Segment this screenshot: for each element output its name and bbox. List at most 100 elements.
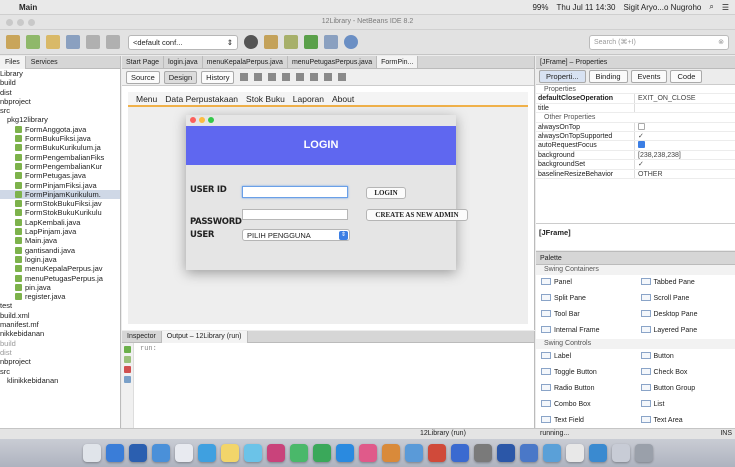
checkbox[interactable] [638, 122, 645, 130]
palette-item[interactable]: Tabbed Pane [636, 275, 735, 291]
tree-item[interactable]: src [0, 367, 120, 376]
swing-controls-category[interactable]: Swing Controls [536, 339, 735, 349]
menu-about[interactable]: About [332, 94, 354, 104]
tree-item[interactable]: FormBukuFiksi.java [0, 134, 120, 143]
downloads-icon[interactable] [611, 444, 630, 462]
menu-data-perpustakaan[interactable]: Data Perpustakaan [165, 94, 238, 104]
notes-icon[interactable] [220, 444, 239, 462]
mail-icon[interactable] [151, 444, 170, 462]
align-right-icon[interactable] [296, 73, 305, 81]
trash-icon[interactable] [634, 444, 653, 462]
property-value[interactable]: ✓ [634, 160, 735, 169]
open-project-icon[interactable] [46, 35, 60, 49]
tree-item[interactable]: FormPengembalianFiks [0, 153, 120, 162]
tree-item[interactable]: dist [0, 88, 120, 97]
dialog-minimize-button[interactable] [199, 117, 205, 123]
tree-item[interactable]: register.java [0, 292, 120, 301]
finder-folder-icon[interactable] [542, 444, 561, 462]
tree-item[interactable]: Main.java [0, 236, 120, 245]
profile-icon[interactable] [344, 35, 358, 49]
tree-item[interactable]: build [0, 339, 120, 348]
menu-stok-buku[interactable]: Stok Buku [246, 94, 285, 104]
login-button[interactable]: LOGIN [366, 187, 406, 199]
hammer-icon[interactable] [284, 35, 298, 49]
tab-start-page[interactable]: Start Page [122, 56, 165, 68]
property-value[interactable]: OTHER [634, 169, 735, 178]
tree-item[interactable]: FormPengembalianKur [0, 162, 120, 171]
property-value[interactable] [634, 103, 735, 113]
app-store-icon[interactable] [128, 444, 147, 462]
palette-item[interactable]: Text Field [536, 413, 636, 429]
search-input[interactable]: Search (⌘+I) ⊗ [589, 35, 729, 50]
tree-item[interactable]: FormPetugas.java [0, 171, 120, 180]
palette-item[interactable]: Split Pane [536, 291, 636, 307]
tree-item[interactable]: dist [0, 348, 120, 357]
tree-item[interactable]: manifest.mf [0, 320, 120, 329]
tree-item[interactable]: LapKembali.java [0, 218, 120, 227]
tree-item[interactable]: login.java [0, 255, 120, 264]
clean-build-icon[interactable] [264, 35, 278, 49]
safari-icon[interactable] [105, 444, 124, 462]
palette-item[interactable]: Radio Button [536, 381, 636, 397]
calendar-icon[interactable] [197, 444, 216, 462]
binding-button[interactable]: Binding [588, 70, 628, 83]
menu-menu[interactable]: Menu [136, 94, 157, 104]
tree-item[interactable]: klinikkebidanan [0, 376, 120, 385]
tree-item[interactable]: gantisandi.java [0, 246, 120, 255]
tree-item[interactable]: nbproject [0, 357, 120, 366]
align-left-icon[interactable] [282, 73, 291, 81]
property-row[interactable]: alwaysOnTopSupported ✓ [536, 131, 735, 142]
source-button[interactable]: Source [126, 70, 160, 84]
property-value[interactable] [634, 122, 735, 131]
palette-item[interactable]: Combo Box [536, 397, 636, 413]
palette-item[interactable]: Desktop Pane [636, 307, 735, 323]
word-icon[interactable] [496, 444, 515, 462]
align-bottom-icon[interactable] [338, 73, 347, 81]
tab-services[interactable]: Services [26, 59, 63, 66]
clear-search-icon[interactable]: ⊗ [718, 38, 724, 47]
rerun-different-icon[interactable] [124, 356, 131, 363]
palette-item[interactable]: List [636, 397, 735, 413]
dialog-close-button[interactable] [190, 117, 196, 123]
user-name[interactable]: Sigit Aryo...o Nugroho [624, 3, 702, 12]
tree-item[interactable]: FormAnggota.java [0, 125, 120, 134]
property-row[interactable]: background [238,238,238] [536, 150, 735, 161]
create-admin-button[interactable]: CREATE AS NEW ADMIN [366, 209, 468, 221]
code-button[interactable]: Code [670, 70, 703, 83]
finder-icon[interactable] [82, 444, 101, 462]
palette-item[interactable]: Text Area [636, 413, 735, 429]
tree-item[interactable]: FormPinjamKurikulum. [0, 189, 120, 200]
save-all-icon[interactable] [66, 35, 80, 49]
battery-status[interactable]: 99% [532, 3, 548, 12]
selection-mode-icon[interactable] [240, 73, 249, 81]
events-button[interactable]: Events [630, 70, 668, 83]
clock[interactable]: Thu Jul 11 14:30 [557, 3, 616, 12]
properties-button[interactable]: Properti... [539, 70, 586, 83]
debug-icon[interactable] [324, 35, 338, 49]
tab-menu-kepala[interactable]: menuKepalaPerpus.java [203, 56, 288, 68]
java-icon[interactable] [588, 444, 607, 462]
messages-icon[interactable] [312, 444, 331, 462]
property-row[interactable]: alwaysOnTop [536, 122, 735, 132]
password-input[interactable] [242, 209, 348, 220]
palette-item[interactable]: Panel [536, 275, 636, 291]
palette-item[interactable]: Button Group [636, 381, 735, 397]
menu-laporan[interactable]: Laporan [293, 94, 324, 104]
property-row[interactable]: title [536, 103, 735, 114]
align-top-icon[interactable] [324, 73, 333, 81]
books-icon[interactable] [381, 444, 400, 462]
stop-icon[interactable] [124, 366, 131, 373]
property-row[interactable]: defaultCloseOperation EXIT_ON_CLOSE [536, 94, 735, 104]
tree-item[interactable]: pin.java [0, 283, 120, 292]
property-row[interactable]: baselineResizeBehavior OTHER [536, 169, 735, 179]
property-value[interactable]: ✓ [634, 131, 735, 141]
property-row[interactable]: Other Properties [536, 113, 735, 123]
palette-item[interactable]: Check Box [636, 365, 735, 381]
firefox-icon[interactable] [450, 444, 469, 462]
palette-item[interactable]: Layered Pane [636, 323, 735, 339]
preview-design-icon[interactable] [268, 73, 277, 81]
properties-tab[interactable]: [JFrame] – Properties [536, 56, 735, 69]
dialog-zoom-button[interactable] [208, 117, 214, 123]
property-value[interactable]: EXIT_ON_CLOSE [634, 94, 735, 103]
tree-item[interactable]: src [0, 106, 120, 115]
